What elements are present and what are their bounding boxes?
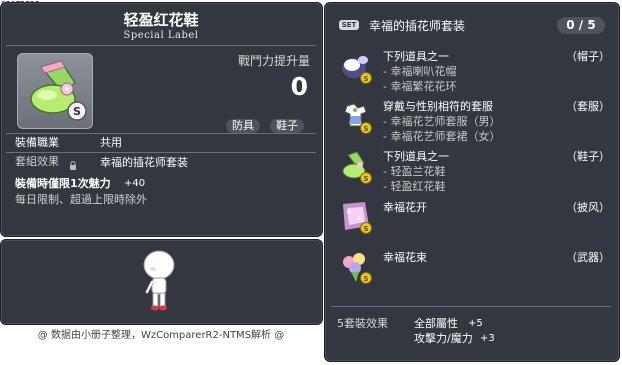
divider bbox=[331, 306, 611, 307]
restriction-text: 每日限制、超過上限時除外 bbox=[15, 193, 147, 206]
svg-text:S: S bbox=[363, 225, 368, 233]
set-title: 幸福的插花师套装 bbox=[369, 19, 466, 33]
set-badge: SET bbox=[339, 20, 359, 30]
equip-bonus-label: 裝備時僅限1次魅力 bbox=[15, 177, 111, 190]
set-item-option: - 幸福花艺师套裙（女） bbox=[383, 130, 501, 143]
set-effect-name: 攻擊力/魔力 bbox=[414, 332, 473, 345]
divider bbox=[6, 133, 316, 134]
set-item-type: （武器） bbox=[566, 251, 610, 264]
set-item-name: 下列道具之一 bbox=[383, 150, 449, 163]
set-item-name: 下列道具之一 bbox=[383, 50, 449, 63]
svg-text:S: S bbox=[73, 105, 81, 118]
set-effect-value: 幸福的插花师套装 bbox=[100, 156, 188, 169]
item-label: Special Label bbox=[123, 30, 199, 41]
set-item-name: 幸福花束 bbox=[383, 251, 427, 264]
outfit-icon: S bbox=[344, 103, 372, 134]
power-increase-value: 0 bbox=[290, 72, 308, 101]
divider bbox=[6, 152, 316, 153]
tag-shoes: 鞋子 bbox=[270, 119, 304, 133]
svg-text:S: S bbox=[363, 75, 368, 83]
set-item-type: （披风） bbox=[566, 201, 610, 214]
green-shoes-icon: S bbox=[30, 60, 87, 121]
set-item-slot: S bbox=[337, 198, 375, 236]
item-icon-frame: S bbox=[17, 53, 93, 129]
cape-icon: S bbox=[343, 202, 372, 234]
set-item-name: 幸福花开 bbox=[383, 201, 427, 214]
power-increase-label: 戰鬥力提升量 bbox=[237, 54, 310, 68]
set-item-type: （鞋子） bbox=[566, 150, 610, 163]
equip-bonus-value: +40 bbox=[124, 178, 146, 189]
set-count-badge: 0 / 5 bbox=[557, 17, 605, 34]
set-effect-value: +5 bbox=[468, 318, 483, 329]
shoes-icon: S bbox=[342, 151, 372, 184]
item-name: 轻盈红花鞋 bbox=[123, 11, 199, 29]
bouquet-icon: S bbox=[343, 253, 372, 284]
set-effect-value: +3 bbox=[480, 333, 495, 344]
tag-armor: 防具 bbox=[226, 119, 260, 133]
set-item-option: - 轻盈红花鞋 bbox=[383, 180, 446, 193]
set-item-option: - 幸福喇叭花帽 bbox=[383, 65, 457, 78]
set-item-option: - 幸福繁花花环 bbox=[383, 80, 457, 93]
lock-icon bbox=[69, 156, 77, 175]
set-effect-label: 套組效果 bbox=[15, 155, 59, 168]
set-item-name: 穿戴与性别相符的套服 bbox=[383, 100, 493, 113]
set-effect-count-label: 5套裝效果 bbox=[337, 317, 388, 330]
job-label: 裝備職業 bbox=[15, 136, 59, 149]
svg-text:S: S bbox=[363, 125, 368, 133]
divider bbox=[6, 45, 316, 46]
set-item-option: - 幸福花艺师套服（男） bbox=[383, 115, 501, 128]
set-item-slot: S bbox=[337, 98, 375, 136]
set-item-option: - 轻盈兰花鞋 bbox=[383, 165, 446, 178]
svg-text:S: S bbox=[363, 275, 368, 283]
set-item-type: （套服） bbox=[566, 100, 610, 113]
hat-icon: S bbox=[342, 56, 372, 84]
set-item-slot: S bbox=[337, 248, 375, 286]
character-avatar bbox=[137, 247, 181, 317]
footer-credit: @ 数据由小册子整理，WzComparerR2-NTMS解析 @ bbox=[37, 330, 285, 341]
set-item-slot: S bbox=[337, 48, 375, 86]
set-item-slot: S bbox=[337, 148, 375, 186]
svg-text:S: S bbox=[363, 175, 368, 183]
set-item-type: （帽子） bbox=[566, 50, 610, 63]
job-value: 共用 bbox=[100, 136, 122, 149]
set-effect-name: 全部屬性 bbox=[414, 317, 458, 330]
